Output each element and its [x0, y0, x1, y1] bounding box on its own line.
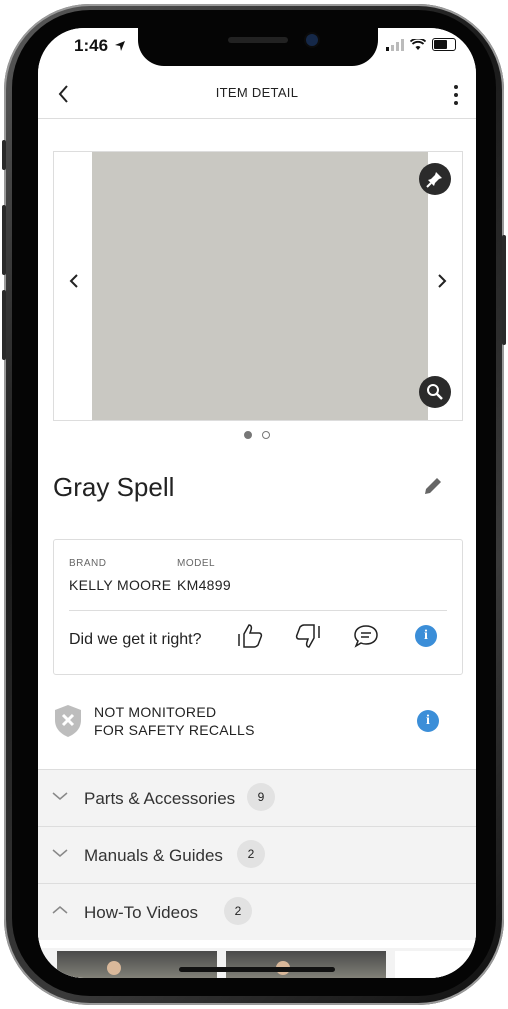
- chevron-left-icon: [69, 274, 78, 288]
- pencil-icon: [425, 478, 441, 494]
- safety-status-text: NOT MONITORED FOR SAFETY RECALLS: [94, 703, 255, 739]
- chevron-right-icon: [438, 274, 447, 288]
- front-camera: [306, 34, 318, 46]
- speech-bubble-icon: [354, 625, 378, 648]
- item-detail-content: Gray Spell BRAND MODEL KELLY MOORE KM489…: [38, 119, 476, 978]
- safety-line-2: FOR SAFETY RECALLS: [94, 722, 255, 738]
- mute-switch: [2, 140, 6, 170]
- brand-value: KELLY MOORE: [69, 577, 172, 593]
- safety-line-1: NOT MONITORED: [94, 704, 217, 720]
- accordion-manuals-guides[interactable]: Manuals & Guides 2: [38, 826, 476, 883]
- magnifier-icon: [427, 384, 443, 400]
- accordion-parts-accessories[interactable]: Parts & Accessories 9: [38, 769, 476, 826]
- zoom-button[interactable]: [419, 376, 451, 408]
- gallery-pagination: [38, 431, 476, 439]
- divider: [69, 610, 447, 611]
- speaker-grille: [228, 37, 288, 43]
- accordion-how-to-videos[interactable]: How-To Videos 2: [38, 883, 476, 940]
- info-icon: i: [415, 625, 437, 647]
- cellular-signal-icon: [386, 38, 404, 51]
- more-vertical-icon: [454, 85, 458, 89]
- safety-info-button[interactable]: i: [417, 710, 439, 732]
- thumbs-up-button[interactable]: [234, 620, 266, 652]
- battery-icon: [432, 38, 456, 51]
- pin-icon: [426, 172, 442, 188]
- video-thumbnail[interactable]: [226, 951, 386, 978]
- chevron-up-icon: [52, 906, 68, 914]
- chevron-down-icon: [52, 792, 68, 800]
- section-label: Parts & Accessories: [84, 789, 236, 808]
- count-badge: 2: [237, 840, 265, 868]
- chevron-down-icon: [52, 849, 68, 857]
- section-label: How-To Videos: [84, 903, 199, 922]
- screen: 1:46 ITEM DETAIL Gray Spell BRAND MODEL …: [38, 28, 476, 978]
- image-gallery[interactable]: [53, 151, 463, 421]
- thumbs-down-icon: [295, 624, 320, 648]
- shield-x-icon: [55, 705, 81, 737]
- info-button[interactable]: i: [410, 620, 442, 652]
- location-arrow-icon: [115, 41, 125, 51]
- info-icon: i: [417, 710, 439, 732]
- gallery-next-button[interactable]: [430, 270, 454, 300]
- video-thumbnail[interactable]: [395, 951, 476, 978]
- page-title: ITEM DETAIL: [215, 85, 299, 100]
- wifi-icon: [410, 38, 426, 50]
- video-carousel: [38, 948, 476, 978]
- feedback-question: Did we get it right?: [69, 631, 202, 648]
- pin-button[interactable]: [419, 163, 451, 195]
- color-swatch-image: [92, 152, 428, 420]
- power-button: [502, 235, 506, 345]
- thumbs-down-button[interactable]: [292, 620, 324, 652]
- model-label: MODEL: [177, 558, 216, 569]
- home-indicator[interactable]: [179, 967, 335, 972]
- volume-down-button: [2, 290, 6, 360]
- comment-button[interactable]: [350, 620, 382, 652]
- safety-recall-status: NOT MONITORED FOR SAFETY RECALLS i: [53, 699, 461, 749]
- status-time: 1:46: [74, 36, 109, 55]
- nav-bar: ITEM DETAIL: [38, 72, 476, 119]
- volume-up-button: [2, 205, 6, 275]
- video-thumbnail[interactable]: [57, 951, 217, 978]
- item-name: Gray Spell: [53, 472, 175, 502]
- count-badge: 9: [247, 783, 275, 811]
- more-options-button[interactable]: [444, 80, 468, 110]
- thumbs-up-icon: [238, 624, 263, 648]
- notch: [138, 28, 378, 66]
- product-info-card: BRAND MODEL KELLY MOORE KM4899 Did we ge…: [53, 539, 463, 675]
- gallery-prev-button[interactable]: [62, 270, 86, 300]
- page-dot[interactable]: [244, 431, 252, 439]
- brand-label: BRAND: [69, 558, 107, 569]
- count-badge: 2: [224, 897, 252, 925]
- edit-button[interactable]: [422, 475, 444, 497]
- model-value: KM4899: [177, 577, 231, 593]
- section-label: Manuals & Guides: [84, 846, 223, 865]
- page-dot[interactable]: [262, 431, 270, 439]
